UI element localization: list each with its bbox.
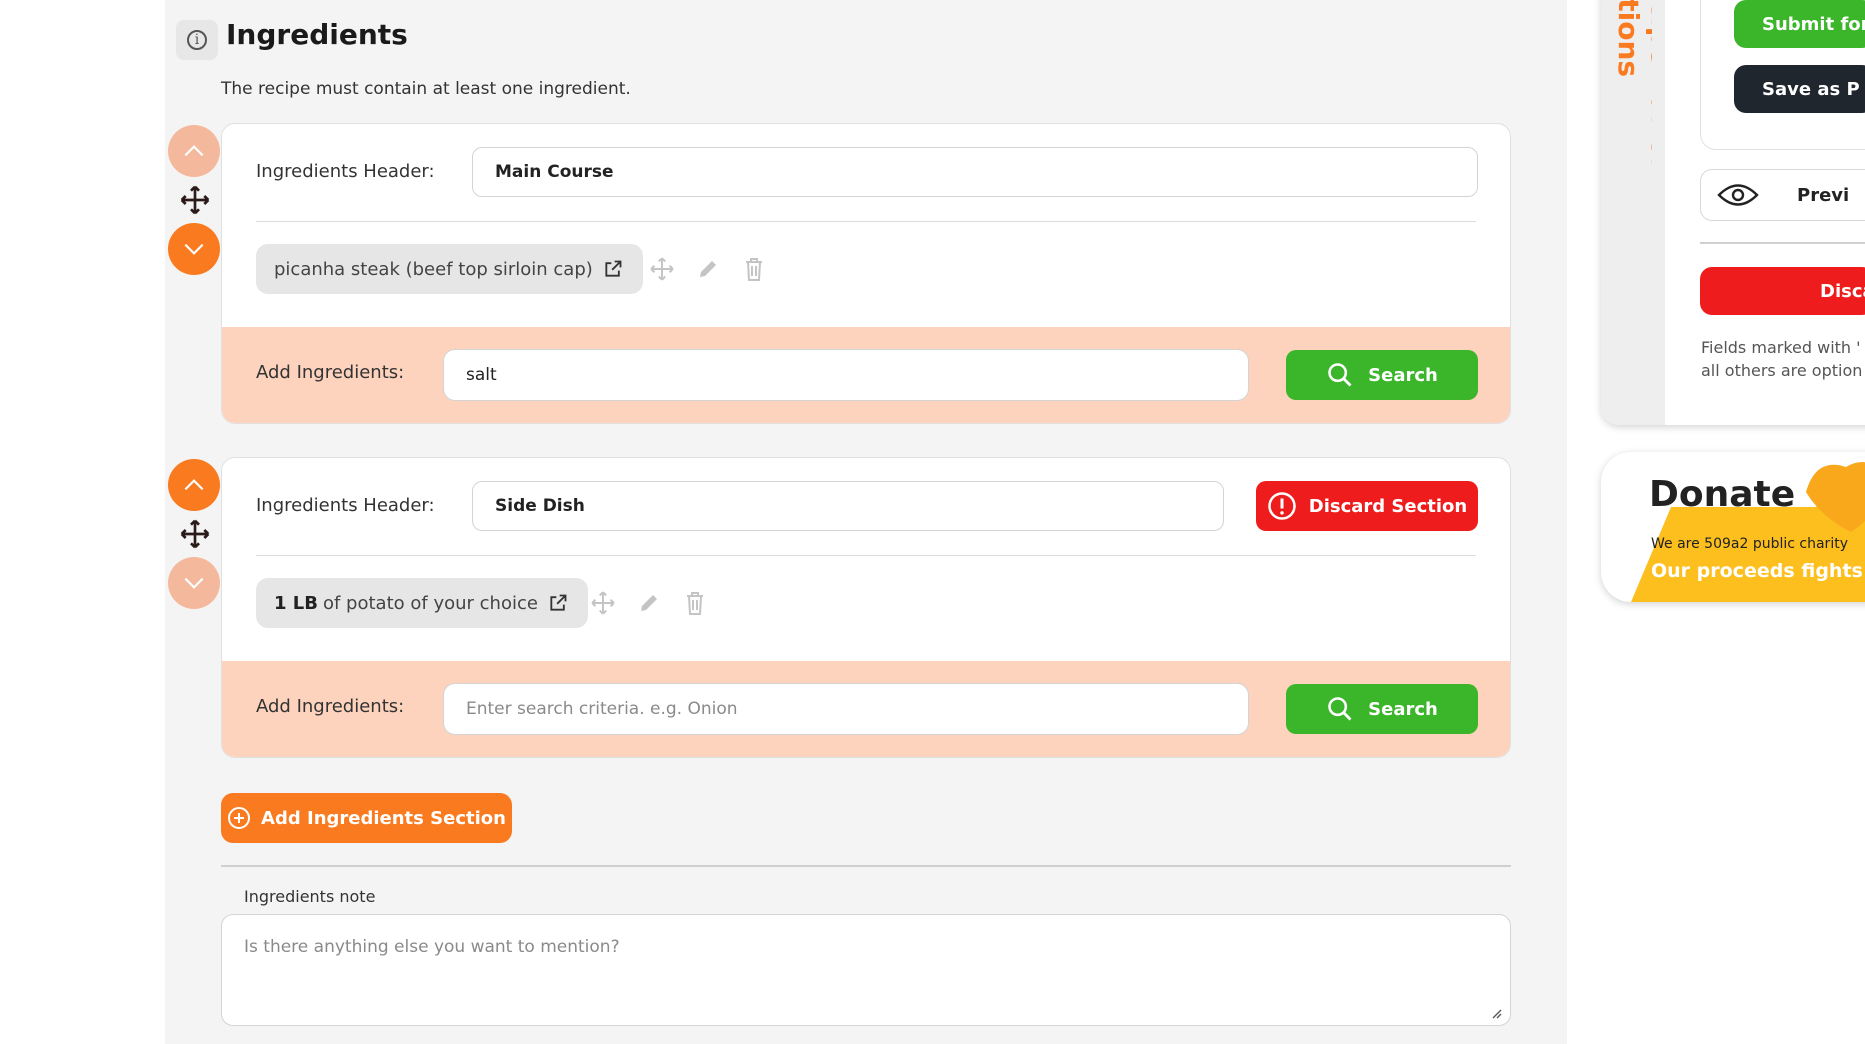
ingredients-section-card: Ingredients Header: Main Course picanha … [221, 123, 1511, 424]
required-note-line2: all others are option [1701, 361, 1863, 380]
note-placeholder: Is there anything else you want to menti… [244, 937, 620, 957]
ingredients-note-label: Ingredients note [244, 887, 376, 906]
section-title: Ingredients [226, 18, 408, 51]
trash-icon[interactable] [740, 255, 768, 283]
ingredient-text: picanha steak (beef top sirloin cap) [274, 258, 593, 280]
chevron-down-icon [184, 243, 204, 255]
header-label: Ingredients Header: [256, 495, 435, 516]
ingredient-tools [648, 255, 768, 283]
external-link-icon[interactable] [548, 593, 568, 613]
section-1-reorder-controls [168, 125, 222, 275]
move-down-button[interactable] [168, 223, 220, 275]
drag-handle[interactable] [168, 177, 222, 223]
header-label: Ingredients Header: [256, 161, 435, 182]
discard-section-label: Discard Section [1308, 495, 1468, 517]
search-icon [1328, 697, 1352, 721]
search-button[interactable]: Search [1286, 350, 1478, 400]
header-input[interactable]: Side Dish [472, 481, 1224, 531]
ingredient-text: of potato of your choice [322, 592, 538, 614]
chevron-up-icon [184, 479, 204, 491]
search-icon [1328, 363, 1352, 387]
resize-grip-icon[interactable] [1490, 1007, 1502, 1019]
donate-title: Donate [1649, 474, 1796, 515]
preview-button[interactable]: Previ [1700, 169, 1865, 221]
chevron-up-icon [184, 145, 204, 157]
donate-widget[interactable]: Donate We are 509a2 public charity Our p… [1601, 452, 1865, 602]
add-ingredients-band: Add Ingredients: salt Search [222, 327, 1510, 423]
add-ingredients-section-button[interactable]: Add Ingredients Section [221, 793, 512, 843]
add-ingredients-section-label: Add Ingredients Section [261, 807, 506, 829]
add-ingredients-input[interactable]: salt [443, 349, 1249, 401]
save-draft-button[interactable]: Save as P [1734, 65, 1865, 113]
add-ingredients-label: Add Ingredients: [256, 696, 405, 717]
move-ingredient-icon[interactable] [648, 255, 676, 283]
chevron-down-icon [184, 577, 204, 589]
ingredient-quantity: 1 LB [274, 592, 318, 614]
move-ingredient-icon[interactable] [589, 589, 617, 617]
move-arrows-icon [180, 185, 210, 215]
divider [256, 555, 1476, 556]
search-label: Search [1368, 364, 1438, 386]
header-input[interactable]: Main Course [472, 147, 1478, 197]
edit-pencil-icon[interactable] [635, 589, 663, 617]
move-down-button[interactable] [168, 557, 220, 609]
trash-icon[interactable] [681, 589, 709, 617]
external-link-icon[interactable] [603, 259, 623, 279]
alert-icon [1268, 492, 1296, 520]
ingredient-chip[interactable]: picanha steak (beef top sirloin cap) [256, 244, 643, 294]
move-up-button[interactable] [168, 125, 220, 177]
submit-button[interactable]: Submit for A [1734, 0, 1865, 48]
required-fields-note: Fields marked with ' all others are opti… [1701, 336, 1862, 382]
side-divider [1700, 242, 1865, 244]
search-button[interactable]: Search [1286, 684, 1478, 734]
side-tab-label: Recipe Editor Actions [1612, 0, 1652, 171]
plus-circle-icon [228, 807, 251, 829]
section-2-reorder-controls [168, 459, 222, 609]
info-button[interactable]: i [176, 20, 218, 60]
search-label: Search [1368, 698, 1438, 720]
side-tab-text: Recipe Editor Actions [1612, 0, 1652, 250]
add-ingredients-label: Add Ingredients: [256, 362, 405, 383]
add-ingredients-input[interactable]: Enter search criteria. e.g. Onion [443, 683, 1249, 735]
eye-icon [1717, 184, 1759, 206]
discard-section-button[interactable]: Discard Section [1256, 481, 1478, 531]
donate-subtitle: We are 509a2 public charity [1651, 536, 1848, 552]
section-subtitle: The recipe must contain at least one ing… [221, 79, 631, 99]
required-note-line1: Fields marked with ' [1701, 338, 1861, 357]
add-ingredients-band: Add Ingredients: Enter search criteria. … [222, 661, 1510, 757]
divider [256, 221, 1476, 222]
preview-label: Previ [1797, 184, 1850, 206]
drag-handle[interactable] [168, 511, 222, 557]
move-arrows-icon [180, 519, 210, 549]
info-icon: i [187, 30, 207, 50]
donate-tagline: Our proceeds fights h [1651, 560, 1865, 582]
discard-button[interactable]: Disca [1700, 267, 1865, 315]
move-up-button[interactable] [168, 459, 220, 511]
ingredients-section-card: Ingredients Header: Side Dish Discard Se… [221, 457, 1511, 758]
ingredient-tools [589, 589, 709, 617]
ingredient-chip[interactable]: 1 LB of potato of your choice [256, 578, 588, 628]
divider [221, 865, 1511, 867]
edit-pencil-icon[interactable] [694, 255, 722, 283]
ingredients-note-textarea[interactable]: Is there anything else you want to menti… [221, 914, 1511, 1026]
